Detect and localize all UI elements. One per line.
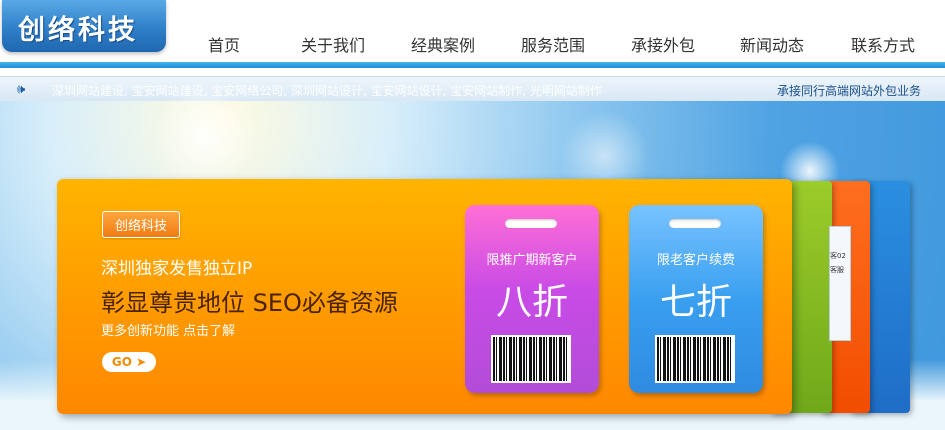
- nav-news[interactable]: 新闻动态: [740, 32, 804, 56]
- tag-discount: 八折: [495, 282, 568, 323]
- ticker-text[interactable]: 深圳网站建设, 宝安网站建设, 宝安网络公司, 深圳网站设计, 宝安网站设计, …: [52, 82, 602, 99]
- discount-tag-new[interactable]: 限推广期新客户 八折: [465, 205, 599, 393]
- service-side-panel: 客02 客服: [829, 226, 851, 341]
- brand-badge: 创络科技: [102, 211, 181, 238]
- tag-title: 限推广期新客户: [486, 253, 578, 268]
- side-panel-item: 客02: [830, 252, 846, 260]
- outsourcing-link[interactable]: 承接同行高端网站外包业务: [777, 82, 921, 99]
- light-orb: [150, 81, 260, 191]
- nav-services[interactable]: 服务范围: [521, 32, 585, 56]
- side-panel-item: 客服: [830, 266, 844, 274]
- nav-cases[interactable]: 经典案例: [411, 32, 475, 56]
- tag-title: 限老客户续费: [656, 253, 735, 268]
- promo-title: 彰显尊贵地位 SEO必备资源: [101, 289, 398, 317]
- brand-logo[interactable]: 创络科技: [2, 0, 166, 52]
- nav-outsourcing[interactable]: 承接外包: [631, 32, 695, 56]
- speaker-icon: 🕪: [17, 82, 26, 97]
- promo-headline: 深圳独家发售独立IP: [101, 259, 253, 279]
- promo-subtext: 更多创新功能 点击了解: [101, 324, 236, 339]
- nav-contact[interactable]: 联系方式: [851, 32, 915, 56]
- main-nav: 首页 关于我们 经典案例 服务范围 承接外包 新闻动态 联系方式: [170, 32, 945, 58]
- tag-slot: [669, 219, 721, 228]
- discount-tag-renewal[interactable]: 限老客户续费 七折: [629, 205, 763, 393]
- hero-banner: 客02 客服 创络科技 深圳独家发售独立IP 彰显尊贵地位 SEO必备资源 更多…: [0, 81, 945, 430]
- go-button[interactable]: GO ➤: [102, 352, 156, 372]
- nav-home[interactable]: 首页: [208, 32, 240, 56]
- header-divider: [0, 62, 945, 68]
- promo-card[interactable]: 创络科技 深圳独家发售独立IP 彰显尊贵地位 SEO必备资源 更多创新功能 点击…: [57, 179, 792, 414]
- logo-text: 创络科技: [18, 15, 138, 46]
- nav-about[interactable]: 关于我们: [301, 32, 365, 56]
- barcode-icon: [655, 335, 735, 383]
- barcode-icon: [491, 335, 571, 383]
- tag-discount: 七折: [659, 282, 732, 323]
- tag-slot: [505, 219, 557, 228]
- announcement-bar: 🕪 深圳网站建设, 宝安网站建设, 宝安网络公司, 深圳网站设计, 宝安网站设计…: [0, 76, 945, 102]
